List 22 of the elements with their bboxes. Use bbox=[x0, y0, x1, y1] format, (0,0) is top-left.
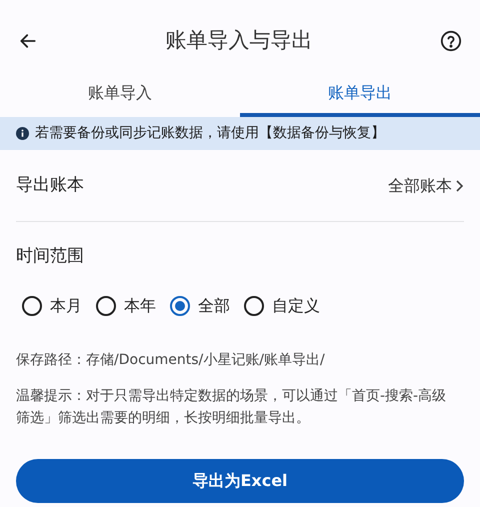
radio-icon[interactable] bbox=[244, 296, 264, 316]
export-button[interactable]: 导出为Excel bbox=[16, 458, 464, 502]
ledger-row[interactable]: 导出账本 全部账本 bbox=[16, 150, 464, 222]
info-icon bbox=[16, 127, 29, 140]
radio-option[interactable]: 本年 bbox=[96, 294, 156, 318]
tip-text: 温馨提示：对于只需导出特定数据的场景，可以通过「首页-搜索-高级筛选」筛选出需要的明细，长按明细批量导出。 bbox=[16, 386, 448, 428]
save-path-text: 保存路径：存储/Documents/小星记账/账单导出/ bbox=[16, 350, 326, 370]
ledger-label: 导出账本 bbox=[16, 174, 84, 197]
notice-text: 若需要备份或同步记账数据，请使用【数据备份与恢复】 bbox=[35, 124, 385, 143]
ledger-value: 全部账本 bbox=[388, 174, 452, 196]
radio-icon[interactable] bbox=[96, 296, 116, 316]
radio-icon[interactable] bbox=[170, 296, 190, 316]
radio-option[interactable]: 全部 bbox=[170, 294, 230, 318]
radio-icon[interactable] bbox=[22, 296, 42, 316]
help-icon[interactable] bbox=[440, 30, 462, 52]
back-arrow-icon[interactable] bbox=[18, 31, 38, 51]
radio-option[interactable]: 自定义 bbox=[244, 294, 320, 318]
page-title: 账单导入与导出 bbox=[166, 27, 312, 54]
radio-option[interactable]: 本月 bbox=[22, 294, 82, 318]
tab[interactable]: 账单导入 bbox=[0, 70, 240, 117]
time-range-label: 时间范围 bbox=[16, 245, 85, 268]
chevron-right-icon bbox=[455, 178, 464, 192]
